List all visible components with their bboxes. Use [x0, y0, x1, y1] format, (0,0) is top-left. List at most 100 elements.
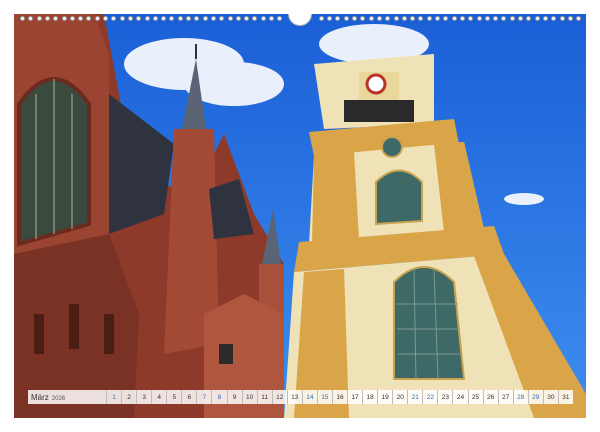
binding-hole [468, 16, 474, 21]
calendar-strip: März 2026 1 2 3 4 5 6 7 8 9 10 11 12 13 14 15 16 17 18 19 2… [28, 390, 573, 404]
binding-hole [152, 16, 158, 21]
day-cell: 11 [256, 390, 272, 404]
day-cell: 3 [136, 390, 151, 404]
day-cell: 22 [422, 390, 437, 404]
binding-hole [459, 16, 465, 21]
binding-hole [526, 16, 532, 21]
binding-hole [78, 16, 84, 21]
binding-hole [36, 16, 42, 21]
day-cell: 26 [482, 390, 498, 404]
day-cell: 5 [166, 390, 181, 404]
binding-hole [186, 16, 191, 21]
day-cell: 28 [512, 390, 528, 404]
day-cell: 29 [527, 390, 543, 404]
binding-hole [534, 16, 540, 21]
binding-hole [219, 16, 225, 21]
day-cell: 27 [497, 390, 513, 404]
day-cell: 6 [181, 390, 196, 404]
binding-hole [20, 16, 25, 21]
binding-hole [210, 16, 216, 21]
binding-hole [161, 16, 167, 21]
binding-hole [44, 16, 50, 21]
binding-hole [227, 16, 233, 21]
binding-hole [493, 16, 499, 21]
binding-hole [551, 16, 557, 21]
binding-hole [252, 16, 258, 21]
binding-hole [318, 16, 324, 21]
binding-hole [484, 16, 490, 21]
binding-hole [343, 16, 349, 21]
binding-hole [177, 16, 183, 21]
day-cell: 8 [211, 390, 226, 404]
day-cell: 20 [392, 390, 407, 404]
binding-hole [244, 16, 250, 21]
day-cell: 12 [271, 390, 287, 404]
binding-hole [94, 16, 100, 21]
binding-hole [277, 16, 283, 21]
day-cell: 7 [196, 390, 211, 404]
day-cell: 30 [542, 390, 558, 404]
binding-hole [435, 16, 440, 21]
day-cell: 13 [286, 390, 302, 404]
binding-hole [103, 16, 108, 21]
day-cell: 23 [437, 390, 452, 404]
binding-hole [202, 16, 208, 21]
day-cell: 14 [301, 390, 317, 404]
church-scene [14, 14, 586, 418]
binding-hole [53, 16, 59, 21]
binding-hole [144, 16, 150, 21]
year-label: 2026 [51, 395, 66, 402]
binding-hole [28, 16, 34, 21]
binding-hole [509, 16, 515, 21]
binding-hole [576, 16, 582, 21]
binding-hole [368, 16, 374, 21]
day-cell: 31 [557, 390, 573, 404]
day-cell: 17 [347, 390, 362, 404]
binding-hole [69, 16, 75, 21]
binding-hole [542, 16, 548, 21]
calendar-photo [14, 14, 586, 418]
binding-hole [360, 16, 366, 21]
month-name: März [31, 392, 49, 402]
binding-hole [119, 16, 125, 21]
day-cell: 10 [241, 390, 257, 404]
binding-hole [111, 16, 117, 21]
day-cell: 15 [316, 390, 332, 404]
clock-face [365, 73, 387, 95]
binding-hole [86, 16, 92, 21]
binding-hole [451, 16, 457, 21]
binding-hole [327, 16, 333, 21]
binding-hole [476, 16, 482, 21]
binding-hole [410, 16, 416, 21]
binding-hole [501, 16, 507, 21]
binding-hole [269, 16, 274, 21]
binding-hole [61, 16, 67, 21]
day-cell: 21 [407, 390, 422, 404]
day-cell: 18 [362, 390, 377, 404]
day-cell: 9 [226, 390, 242, 404]
binding-hole [194, 16, 200, 21]
binding-hole [567, 16, 573, 21]
binding-hole [401, 16, 407, 21]
day-cell: 1 [106, 390, 121, 404]
binding-hole [335, 16, 341, 21]
binding-hole [418, 16, 424, 21]
binding-hole [169, 16, 175, 21]
binding-hole [518, 16, 523, 21]
binding-hole [443, 16, 449, 21]
day-list: 1 2 3 4 5 6 7 8 9 10 11 12 13 14 15 16 17 18 19 20 21 22 23 24 2… [106, 390, 573, 404]
month-label: März 2026 [28, 393, 106, 402]
binding-hole [235, 16, 241, 21]
day-cell: 25 [467, 390, 483, 404]
binding-hole [352, 16, 357, 21]
binding-hole [559, 16, 565, 21]
binding-hole [385, 16, 391, 21]
day-cell: 4 [151, 390, 166, 404]
binding-hole [127, 16, 133, 21]
day-cell: 24 [452, 390, 467, 404]
binding-hole [393, 16, 399, 21]
day-cell: 16 [331, 390, 347, 404]
binding-hole [136, 16, 142, 21]
binding-hole [376, 16, 382, 21]
binding-hole [426, 16, 432, 21]
